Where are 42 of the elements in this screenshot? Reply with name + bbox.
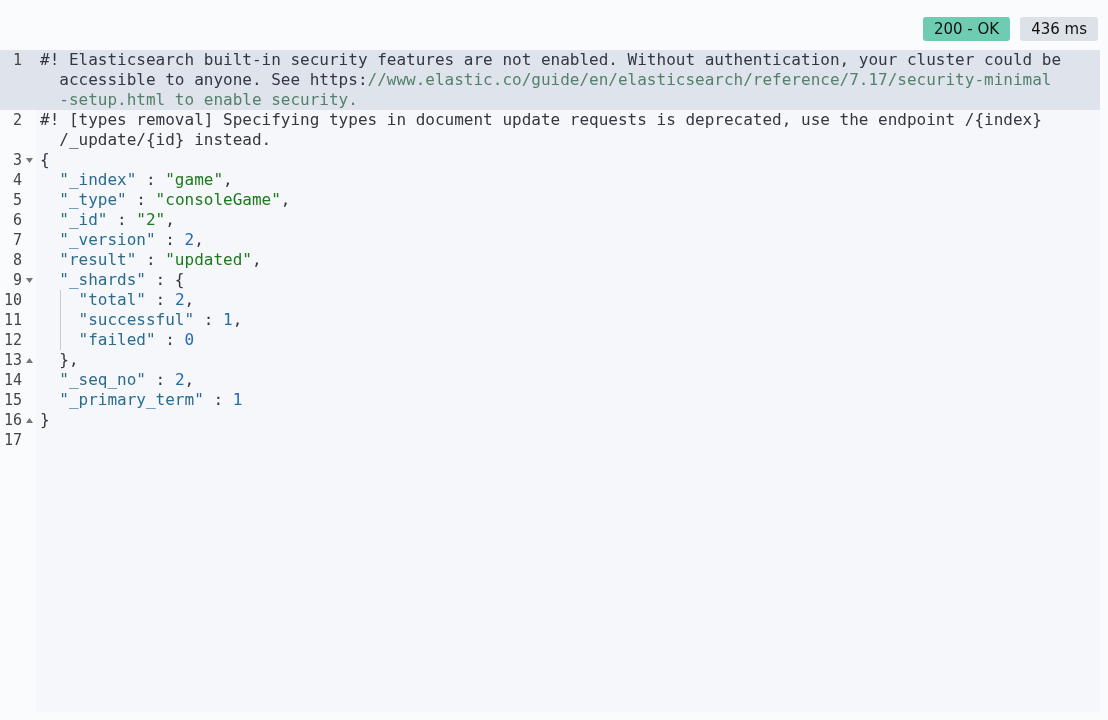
line-number: 15 (2, 390, 22, 410)
code-line: "_index" : "game", (58, 170, 234, 190)
code-line: accessible to anyone. See https://www.elastic.co/guide/en/elasticsearch/reference/7.17/security-minimal (58, 70, 1053, 90)
line-number: 10 (2, 290, 22, 310)
code-line: "successful" : 1, (77, 310, 244, 330)
caret-up-icon[interactable] (26, 418, 33, 423)
code-line: "failed" : 0 (77, 330, 196, 350)
code-line: "_type" : "consoleGame", (58, 190, 292, 210)
line-number: 2 (11, 110, 22, 130)
code-line: #! [types removal] Specifying types in document update requests is deprecated, use the endpoint /{index} (39, 110, 1043, 130)
status-badge: 200 - OK (922, 17, 1011, 41)
caret-up-icon[interactable] (26, 358, 33, 363)
code-line: "result" : "updated", (58, 250, 263, 270)
code-line: { (39, 150, 51, 170)
code-line: /_update/{id} instead. (58, 130, 273, 150)
line-number: 8 (11, 250, 22, 270)
line-number: 5 (11, 190, 22, 210)
line-number: 3 (11, 150, 22, 170)
line-number: 7 (11, 230, 22, 250)
caret-down-icon[interactable] (26, 158, 33, 163)
code-line: "_seq_no" : 2, (58, 370, 196, 390)
line-number: 12 (2, 330, 22, 350)
code-line: }, (58, 350, 80, 370)
code-line: -setup.html to enable security. (58, 90, 359, 110)
code-line: "_id" : "2", (58, 210, 176, 230)
code-line: "total" : 2, (77, 290, 196, 310)
caret-down-icon[interactable] (26, 278, 33, 283)
line-number: 11 (2, 310, 22, 330)
line-number: 16 (2, 410, 22, 430)
line-number: 6 (11, 210, 22, 230)
line-number: 9 (11, 270, 22, 290)
code-line: #! Elasticsearch built-in security features are not enabled. Without authentication, your cluster could be (39, 50, 1063, 70)
line-number: 4 (11, 170, 22, 190)
code-line: "_shards" : { (58, 270, 186, 290)
line-number: 1 (11, 50, 22, 70)
line-number: 17 (2, 430, 22, 450)
code-line: } (39, 410, 51, 430)
line-number: 13 (2, 350, 22, 370)
time-badge: 436 ms (1020, 17, 1098, 41)
line-number: 14 (2, 370, 22, 390)
code-line: "_primary_term" : 1 (58, 390, 244, 410)
code-line: "_version" : 2, (58, 230, 205, 250)
